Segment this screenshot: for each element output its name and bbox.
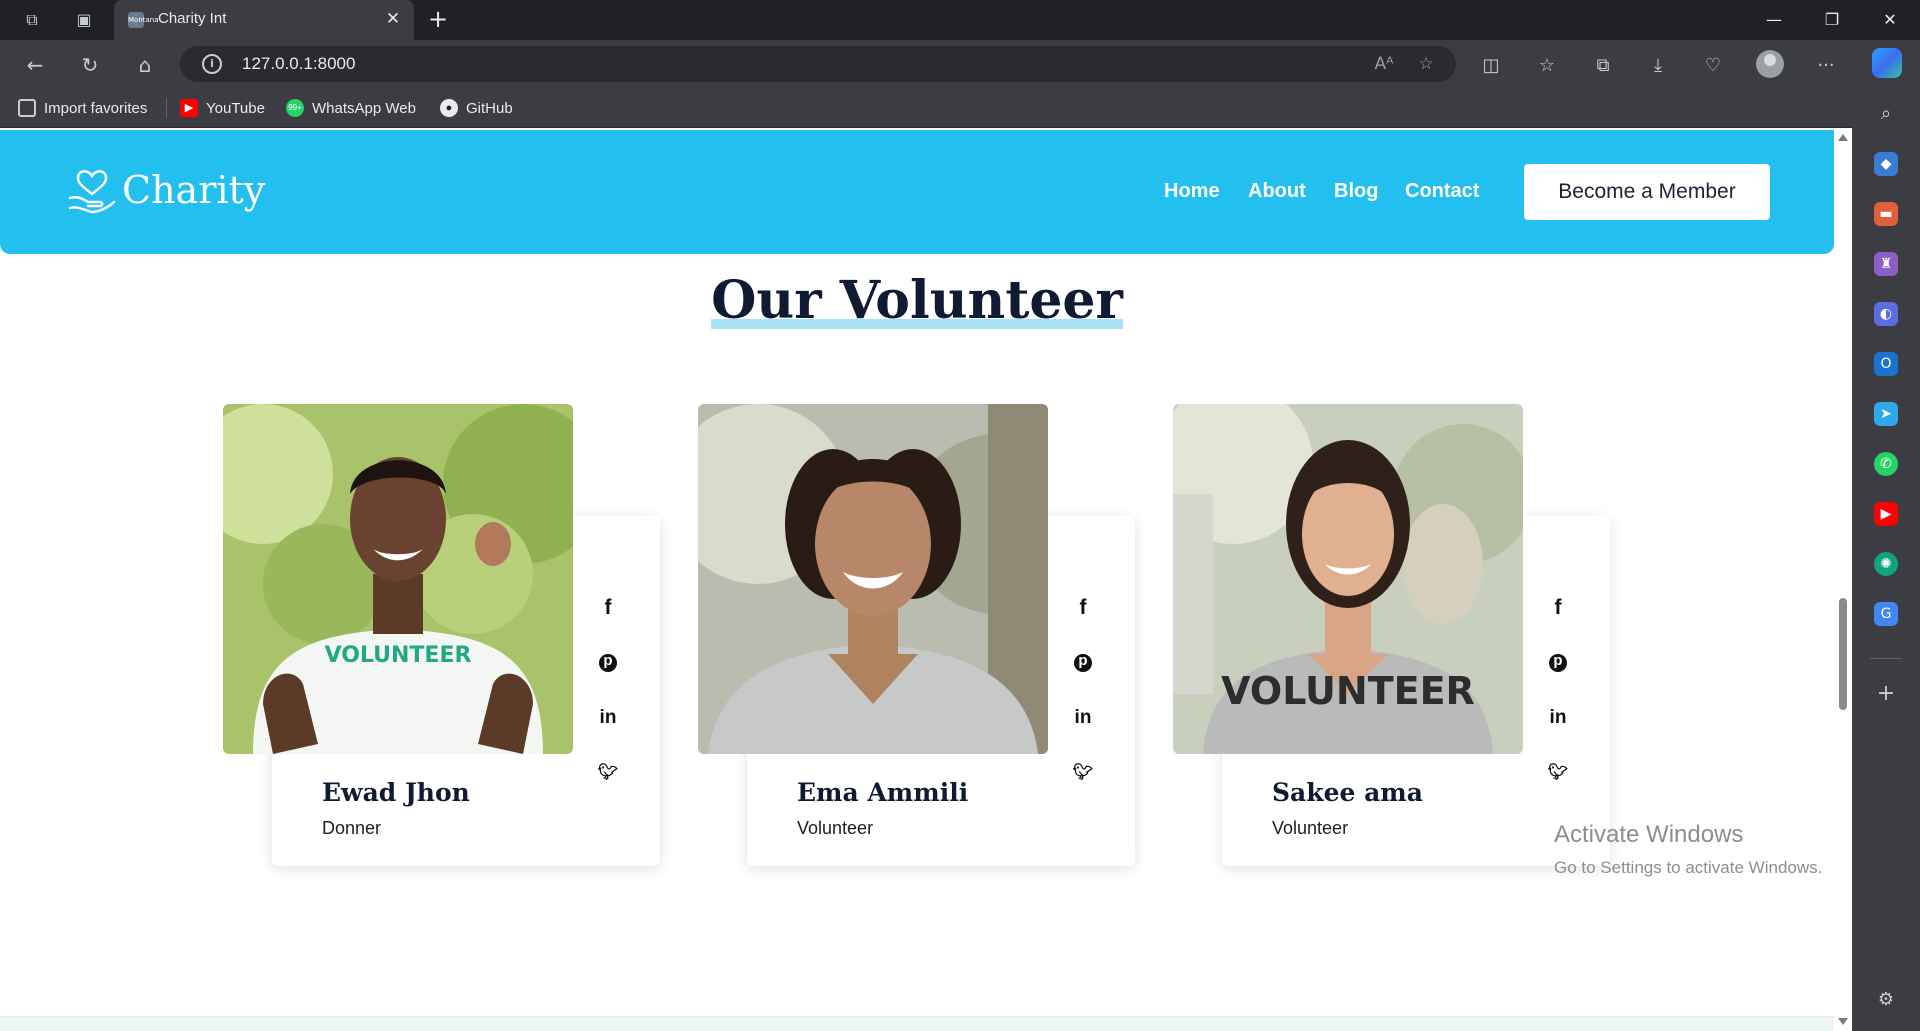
favorite-label: GitHub (466, 99, 513, 117)
edge-sidebar: ⌕ ◆ ▬ ♜ ◐ O ➤ ✆ ▶ ✺ G + ⚙ (1852, 88, 1920, 1031)
scroll-up-icon[interactable] (1838, 134, 1848, 141)
twitter-icon[interactable]: 🐦︎ (1546, 761, 1570, 785)
nav-blog[interactable]: Blog (1334, 180, 1378, 203)
profile-avatar[interactable] (1756, 50, 1784, 78)
url-text[interactable]: 127.0.0.1:8000 (242, 54, 355, 74)
tab-actions-icon[interactable]: ▣ (72, 8, 96, 32)
volunteer-name: Sakee ama (1272, 778, 1423, 807)
facebook-icon[interactable]: f (1546, 596, 1570, 620)
pinterest-icon[interactable] (596, 649, 620, 675)
send-icon[interactable]: ➤ (1874, 402, 1898, 426)
favorite-label: YouTube (206, 99, 265, 117)
whatsapp-icon: 99+ (286, 99, 304, 117)
shirt-text: VOLUNTEER (1221, 669, 1475, 713)
web-page: Charity Home About Blog Contact Become a… (0, 128, 1834, 1031)
volunteer-role: Donner (322, 818, 382, 838)
favorites-divider (166, 98, 167, 118)
heart-hand-logo-icon (68, 170, 116, 214)
linkedin-icon[interactable]: in (1071, 706, 1095, 730)
twitter-icon[interactable]: 🐦︎ (596, 761, 620, 785)
pinterest-icon[interactable] (1071, 649, 1095, 675)
close-tab-icon[interactable]: ✕ (382, 8, 404, 30)
linkedin-icon[interactable]: in (596, 706, 620, 730)
downloads-icon[interactable]: ⤓ (1645, 53, 1671, 79)
site-info-icon[interactable]: i (202, 54, 222, 74)
favorite-import[interactable]: Import favorites (18, 98, 147, 118)
github-icon: ● (440, 99, 458, 117)
browser-title-bar: ⧉ ▣ Montana Charity Int ✕ + — ❐ ✕ (0, 0, 1920, 40)
volunteer-name: Ewad Jhon (322, 778, 470, 807)
nav-about[interactable]: About (1248, 180, 1306, 203)
favorites-icon[interactable]: ☆ (1534, 53, 1560, 79)
volunteer-role: Volunteer (797, 818, 874, 838)
scrollbar-thumb[interactable] (1839, 598, 1847, 710)
add-sidebar-app-icon[interactable]: + (1874, 682, 1898, 706)
youtube-sidebar-icon[interactable]: ▶ (1874, 502, 1898, 526)
browser-toolbar: ← ↻ ⌂ i 127.0.0.1:8000 Aᴬ ☆ ◫ ☆ ⧉ ⤓ ♡ ··… (0, 40, 1920, 88)
favorite-github[interactable]: ● GitHub (440, 98, 513, 118)
favorite-youtube[interactable]: ▶ YouTube (180, 98, 265, 118)
tab-favicon: Montana (128, 12, 159, 28)
volunteer-photo: VOLUNTEER (1173, 404, 1523, 754)
linkedin-icon[interactable]: in (1546, 706, 1570, 730)
whatsapp-sidebar-icon[interactable]: ✆ (1874, 452, 1898, 476)
site-header: Charity Home About Blog Contact Become a… (0, 130, 1834, 254)
back-icon[interactable]: ← (20, 50, 50, 80)
restore-icon[interactable]: ❐ (1810, 4, 1854, 36)
site-logo[interactable]: Charity (66, 164, 265, 216)
chatgpt-icon[interactable]: ✺ (1874, 552, 1898, 576)
logo-text: Charity (122, 168, 266, 212)
become-member-button[interactable]: Become a Member (1524, 164, 1770, 220)
favorite-star-icon[interactable]: ☆ (1414, 52, 1438, 76)
split-screen-icon[interactable]: ◫ (1478, 53, 1504, 79)
volunteer-name: Ema Ammili (797, 778, 969, 807)
import-icon (18, 99, 36, 117)
pinterest-icon[interactable] (1546, 649, 1570, 675)
search-icon[interactable]: ⌕ (1874, 102, 1898, 126)
twitter-icon[interactable]: 🐦︎ (1071, 761, 1095, 785)
close-window-icon[interactable]: ✕ (1868, 4, 1912, 36)
translate-icon[interactable]: G (1874, 602, 1898, 626)
activate-windows-title: Activate Windows (1554, 821, 1744, 848)
page-title: Our Volunteer (711, 270, 1123, 331)
section-heading: Our Volunteer (0, 270, 1834, 331)
facebook-icon[interactable]: f (1071, 596, 1095, 620)
workspaces-icon[interactable]: ⧉ (20, 8, 44, 32)
address-bar[interactable]: i 127.0.0.1:8000 Aᴬ ☆ (180, 46, 1456, 82)
volunteer-role: Volunteer (1272, 818, 1349, 838)
page-scrollbar[interactable] (1834, 128, 1852, 1031)
microsoft-365-icon[interactable]: ◐ (1874, 302, 1898, 326)
favorite-label: Import favorites (44, 99, 148, 117)
volunteer-photo: VOLUNTEER (223, 404, 573, 754)
favorites-bar: Import favorites ▶ YouTube 99+ WhatsApp … (0, 88, 1920, 128)
favorite-whatsapp[interactable]: 99+ WhatsApp Web (286, 98, 416, 118)
read-aloud-icon[interactable]: Aᴬ (1372, 52, 1396, 76)
new-tab-icon[interactable]: + (424, 6, 452, 34)
copilot-icon[interactable] (1872, 48, 1902, 78)
facebook-icon[interactable]: f (596, 596, 620, 620)
nav-contact[interactable]: Contact (1405, 180, 1479, 203)
more-options-icon[interactable]: ··· (1813, 53, 1839, 79)
games-icon[interactable]: ♜ (1874, 252, 1898, 276)
settings-gear-icon[interactable]: ⚙ (1874, 988, 1898, 1012)
refresh-icon[interactable]: ↻ (75, 50, 105, 80)
outlook-icon[interactable]: O (1874, 352, 1898, 376)
browser-essentials-icon[interactable]: ♡ (1700, 53, 1726, 79)
activate-windows-subtitle: Go to Settings to activate Windows. (1554, 858, 1823, 877)
volunteer-photo (698, 404, 1048, 754)
minimize-icon[interactable]: — (1752, 4, 1796, 36)
tools-briefcase-icon[interactable]: ▬ (1874, 202, 1898, 226)
collections-icon[interactable]: ⧉ (1590, 53, 1616, 79)
browser-tab-active[interactable]: Montana Charity Int ✕ (114, 0, 414, 40)
nav-home[interactable]: Home (1164, 180, 1220, 203)
tab-title: Charity Int (158, 10, 227, 27)
youtube-icon: ▶ (180, 99, 198, 117)
page-footer-edge (0, 1016, 1834, 1031)
sidebar-divider (1870, 658, 1902, 659)
favorite-label: WhatsApp Web (312, 99, 416, 117)
shopping-tag-icon[interactable]: ◆ (1874, 152, 1898, 176)
home-icon[interactable]: ⌂ (130, 50, 160, 80)
shirt-text: VOLUNTEER (325, 643, 472, 668)
scroll-down-icon[interactable] (1838, 1018, 1848, 1025)
